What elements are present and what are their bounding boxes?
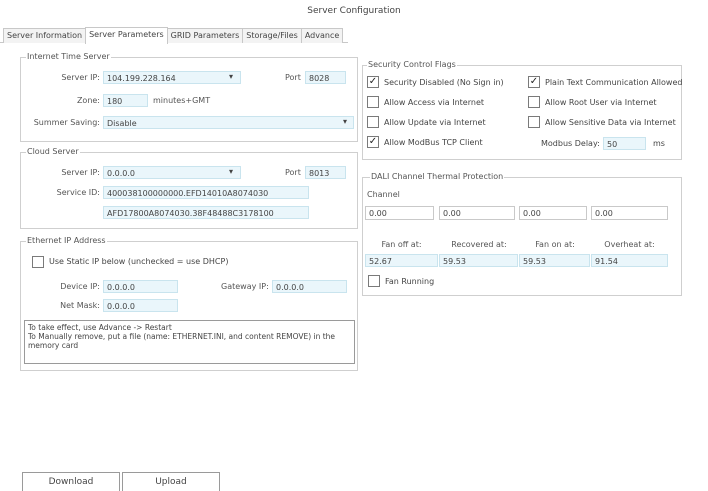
cloud-server-ip-field[interactable]: 0.0.0.0 bbox=[103, 166, 241, 179]
tab-server-information[interactable]: Server Information bbox=[3, 28, 87, 43]
modbus-delay-field[interactable]: 50 bbox=[603, 137, 646, 150]
fan-running-checkbox[interactable] bbox=[368, 275, 380, 287]
chevron-down-icon[interactable]: ▾ bbox=[226, 167, 236, 176]
flag-root-user-label: Allow Root User via Internet bbox=[545, 98, 657, 107]
tab-advance[interactable]: Advance bbox=[300, 28, 344, 43]
fan-off-value[interactable]: 52.67 bbox=[365, 254, 438, 267]
summer-saving-select[interactable]: Disable bbox=[103, 116, 354, 129]
note-line-2: To Manually remove, put a file (name: ET… bbox=[28, 332, 336, 350]
service-id-field-1[interactable]: 400038100000000.EFD14010A8074030 bbox=[103, 186, 309, 199]
flag-security-disabled-checkbox[interactable]: ✓ bbox=[367, 76, 379, 88]
channel-1-field[interactable]: 0.00 bbox=[365, 206, 434, 220]
flag-sensitive-data-label: Allow Sensitive Data via Internet bbox=[545, 118, 676, 127]
note-line-1: To take effect, use Advance -> Restart bbox=[28, 323, 172, 332]
tab-grid-parameters[interactable]: GRID Parameters bbox=[166, 28, 244, 43]
flag-plain-text-checkbox[interactable]: ✓ bbox=[528, 76, 540, 88]
fan-running-label: Fan Running bbox=[385, 277, 435, 286]
fan-off-header: Fan off at: bbox=[381, 240, 422, 249]
net-mask-label: Net Mask: bbox=[60, 301, 100, 310]
recovered-header: Recovered at: bbox=[451, 240, 507, 249]
cloud-port-label: Port bbox=[285, 168, 301, 177]
ethernet-title: Ethernet IP Address bbox=[26, 236, 107, 245]
flag-access-internet-label: Allow Access via Internet bbox=[384, 98, 484, 107]
overheat-value[interactable]: 91.54 bbox=[591, 254, 668, 267]
channel-3-field[interactable]: 0.00 bbox=[519, 206, 587, 220]
time-port-field[interactable]: 8028 bbox=[305, 71, 346, 84]
static-ip-label: Use Static IP below (unchecked = use DHC… bbox=[49, 257, 229, 266]
flag-security-disabled-label: Security Disabled (No Sign in) bbox=[384, 78, 504, 87]
window-title: Server Configuration bbox=[307, 6, 401, 16]
internet-time-title: Internet Time Server bbox=[26, 52, 111, 61]
zone-label: Zone: bbox=[76, 96, 100, 105]
overheat-header: Overheat at: bbox=[604, 240, 655, 249]
upload-button[interactable]: Upload bbox=[122, 472, 220, 491]
flag-update-internet-checkbox[interactable] bbox=[367, 116, 379, 128]
channel-label: Channel bbox=[367, 190, 400, 199]
fan-on-header: Fan on at: bbox=[535, 240, 575, 249]
zone-field[interactable]: 180 bbox=[103, 94, 148, 107]
flag-modbus-client-label: Allow ModBus TCP Client bbox=[384, 138, 483, 147]
modbus-delay-unit: ms bbox=[653, 139, 665, 148]
flag-plain-text-label: Plain Text Communication Allowed bbox=[545, 78, 683, 87]
time-port-label: Port bbox=[285, 73, 301, 82]
tab-storage-files[interactable]: Storage/Files bbox=[242, 28, 302, 43]
net-mask-field[interactable]: 0.0.0.0 bbox=[103, 299, 178, 312]
summer-saving-label: Summer Saving: bbox=[33, 118, 100, 127]
fan-on-value[interactable]: 59.53 bbox=[519, 254, 590, 267]
service-id-label: Service ID: bbox=[56, 188, 100, 197]
modbus-delay-label: Modbus Delay: bbox=[541, 139, 600, 148]
tab-server-parameters[interactable]: Server Parameters bbox=[85, 27, 168, 44]
tab-bar: Server Information Server Parameters GRI… bbox=[3, 27, 344, 44]
ethernet-note: To take effect, use Advance -> Restart T… bbox=[24, 320, 355, 364]
cloud-server-title: Cloud Server bbox=[26, 147, 80, 156]
security-title: Security Control Flags bbox=[367, 60, 457, 69]
flag-access-internet-checkbox[interactable] bbox=[367, 96, 379, 108]
cloud-port-field[interactable]: 8013 bbox=[305, 166, 346, 179]
device-ip-field[interactable]: 0.0.0.0 bbox=[103, 280, 178, 293]
channel-2-field[interactable]: 0.00 bbox=[439, 206, 515, 220]
gateway-ip-field[interactable]: 0.0.0.0 bbox=[272, 280, 347, 293]
chevron-down-icon[interactable]: ▾ bbox=[226, 72, 236, 81]
recovered-value[interactable]: 59.53 bbox=[439, 254, 518, 267]
download-button[interactable]: Download bbox=[22, 472, 120, 491]
device-ip-label: Device IP: bbox=[60, 282, 100, 291]
flag-sensitive-data-checkbox[interactable] bbox=[528, 116, 540, 128]
flag-modbus-client-checkbox[interactable]: ✓ bbox=[367, 136, 379, 148]
chevron-down-icon[interactable]: ▾ bbox=[340, 117, 350, 126]
flag-root-user-checkbox[interactable] bbox=[528, 96, 540, 108]
gateway-ip-label: Gateway IP: bbox=[221, 282, 269, 291]
time-server-ip-label: Server IP: bbox=[61, 73, 100, 82]
zone-suffix: minutes+GMT bbox=[153, 96, 211, 105]
cloud-server-ip-label: Server IP: bbox=[61, 168, 100, 177]
static-ip-checkbox[interactable] bbox=[32, 256, 44, 268]
flag-update-internet-label: Allow Update via Internet bbox=[384, 118, 486, 127]
dali-title: DALI Channel Thermal Protection bbox=[370, 172, 505, 181]
time-server-ip-field[interactable]: 104.199.228.164 bbox=[103, 71, 241, 84]
service-id-field-2[interactable]: AFD17800A8074030.38F48488C3178100 bbox=[103, 206, 309, 219]
channel-4-field[interactable]: 0.00 bbox=[591, 206, 668, 220]
